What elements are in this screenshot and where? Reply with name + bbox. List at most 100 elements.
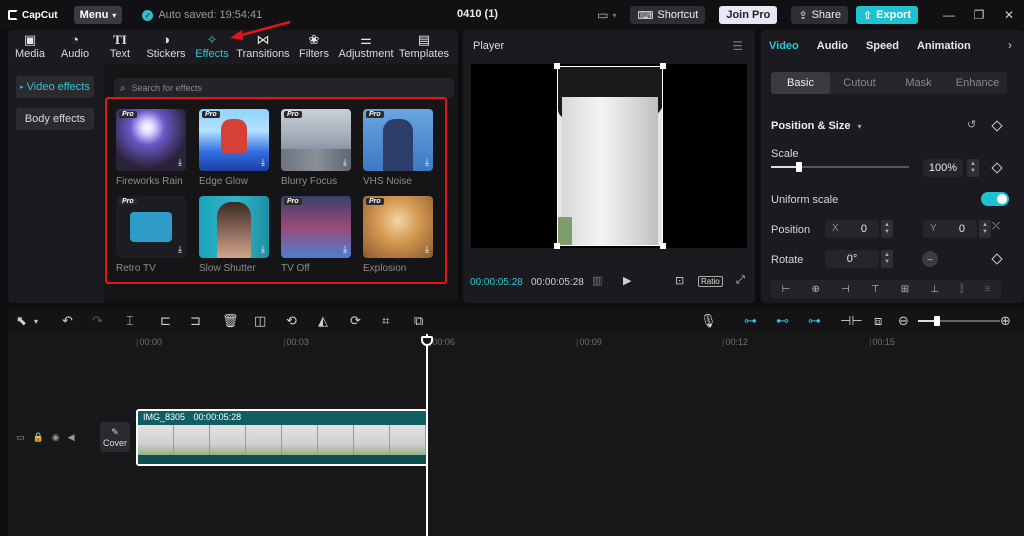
playhead[interactable] (426, 334, 428, 536)
preview-canvas[interactable] (471, 63, 747, 249)
scale-input[interactable]: 100% (923, 159, 963, 177)
zoom-slider-knob[interactable] (934, 316, 940, 326)
search-input[interactable] (131, 83, 432, 93)
select-cursor-icon[interactable]: ⬉ (16, 313, 27, 329)
redo-icon[interactable]: ↷ (92, 313, 103, 329)
zoom-slider[interactable] (918, 316, 1000, 326)
align-left-icon[interactable]: ⊢ (782, 284, 791, 295)
keyframe-icon[interactable] (991, 120, 1003, 132)
fit-view-icon[interactable]: ⊡ (675, 274, 684, 287)
rotate-dial-icon[interactable]: – (922, 251, 938, 267)
rotate-icon[interactable]: ⟳ (350, 313, 361, 329)
scale-slider-knob[interactable] (795, 162, 802, 172)
tab-media[interactable]: ▣ Media (8, 30, 52, 64)
split-left-icon[interactable]: ⊏ (160, 313, 171, 329)
time-ruler[interactable]: 00:00 00:03 00:06 00:09 00:12 00:15 (96, 334, 1024, 350)
timeline-grid-icon[interactable]: ▥ (592, 274, 602, 287)
align-center-h-icon[interactable]: ⊕ (811, 284, 819, 295)
crop-icon[interactable]: ⌗ (382, 313, 389, 329)
layout-chevron-icon[interactable]: ▾ (612, 11, 616, 20)
align-bottom-icon[interactable]: ⊥ (930, 284, 939, 295)
subtab-basic[interactable]: Basic (771, 72, 830, 94)
align-center-v-icon[interactable]: ⊞ (901, 284, 909, 295)
freeze-icon[interactable]: ◫ (254, 313, 266, 329)
speaker-icon[interactable]: ◀ (68, 432, 75, 443)
close-icon[interactable]: ✕ (994, 8, 1024, 22)
preview-axis-icon[interactable]: ⊣⊢ (840, 313, 863, 329)
shortcut-button[interactable]: ⌨ Shortcut (630, 6, 706, 24)
reset-icon[interactable]: ↺ (967, 118, 976, 131)
tab-speed[interactable]: Speed (866, 40, 899, 52)
fullscreen-icon[interactable]: ⤢ (736, 274, 745, 287)
tab-animation[interactable]: Animation (917, 40, 971, 52)
resize-handle-br[interactable] (660, 243, 666, 249)
hamburger-menu-icon[interactable]: ☰ (732, 39, 743, 53)
resize-handle-bl[interactable] (554, 243, 560, 249)
scale-slider[interactable] (771, 162, 909, 172)
tab-audio[interactable]: ◔ Audio (52, 30, 98, 64)
export-button[interactable]: ⇧ Export (855, 6, 918, 24)
mirror-icon[interactable]: ◭ (318, 313, 328, 329)
restore-icon[interactable]: ❐ (964, 8, 994, 22)
align-top-icon[interactable]: ⊤ (871, 284, 880, 295)
position-x-input[interactable]: X 0 (825, 220, 879, 238)
tab-audio-props[interactable]: Audio (817, 40, 848, 52)
subtab-cutout[interactable]: Cutout (830, 72, 889, 94)
play-icon[interactable]: ▶ (623, 274, 631, 287)
tab-stickers[interactable]: ◑ Stickers (142, 30, 190, 64)
resize-handle-tr[interactable] (660, 63, 666, 69)
cursor-chevron-icon[interactable]: ▾ (34, 317, 38, 326)
project-title[interactable]: 0410 (1) (457, 8, 498, 20)
position-y-stepper[interactable]: ▲ ▼ (979, 220, 991, 238)
delete-icon[interactable]: 🗑 (222, 313, 239, 329)
tab-text[interactable]: TI Text (98, 30, 142, 64)
split-right-icon[interactable]: ⊐ (190, 313, 201, 329)
minimize-icon[interactable]: — (934, 8, 964, 22)
ratio-button[interactable]: Ratio (698, 276, 723, 287)
layout-icon[interactable]: ▭ (597, 8, 608, 22)
rotate-stepper[interactable]: ▲ ▼ (881, 250, 893, 268)
zoom-out-icon[interactable]: ⊖ (898, 313, 909, 329)
search-box[interactable]: ⌕ (114, 78, 454, 98)
position-x-stepper[interactable]: ▲ ▼ (881, 220, 893, 238)
eye-icon[interactable]: ◉ (52, 432, 60, 443)
distribute-h-icon[interactable]: ⫿ (960, 284, 963, 295)
chevron-down-icon[interactable]: ▾ (858, 122, 862, 131)
cover-button[interactable]: ✎ Cover (100, 422, 130, 452)
link-main-track-icon[interactable]: ⊶ (744, 313, 757, 329)
join-pro-button[interactable]: Join Pro (719, 6, 778, 24)
zoom-in-icon[interactable]: ⊕ (1000, 313, 1011, 329)
split-icon[interactable]: ⌶ (126, 313, 134, 329)
undo-icon[interactable]: ↶ (62, 313, 73, 329)
position-y-input[interactable]: Y 0 (923, 220, 977, 238)
magnet-icon[interactable]: ⊷ (776, 313, 789, 329)
distribute-v-icon[interactable]: ≡ (985, 284, 991, 295)
video-frame[interactable] (557, 66, 663, 246)
link-clips-icon[interactable]: ⊶ (808, 313, 821, 329)
subtab-mask[interactable]: Mask (889, 72, 948, 94)
keyframe-icon[interactable] (991, 253, 1003, 265)
tab-adjustment[interactable]: ⚌ Adjustment (336, 30, 396, 64)
uniform-scale-toggle[interactable] (981, 192, 1009, 206)
microphone-icon[interactable]: 🎙 (700, 313, 717, 329)
resize-icon[interactable]: ⧉ (414, 313, 423, 329)
tab-templates[interactable]: ▤ Templates (396, 30, 452, 64)
scale-stepper[interactable]: ▲ ▼ (967, 159, 979, 177)
chevron-right-icon[interactable]: › (1008, 38, 1012, 52)
lock-icon[interactable]: 🔒 (33, 432, 44, 443)
menu-button[interactable]: Menu ▾ (73, 6, 123, 24)
tab-filters[interactable]: ❀ Filters (292, 30, 336, 64)
subtab-enhance[interactable]: Enhance (948, 72, 1007, 94)
tab-video[interactable]: Video (769, 40, 799, 52)
position-keyframe-icon[interactable]: ⤫ (992, 221, 1000, 232)
resize-handle-tl[interactable] (554, 63, 560, 69)
caption-icon[interactable]: ⧈ (874, 313, 882, 329)
sidebar-item-video-effects[interactable]: ▸ Video effects (16, 76, 94, 98)
video-clip[interactable]: IMG_8305 00:00:05:28 (136, 409, 428, 466)
rotate-input[interactable]: 0° (825, 250, 879, 268)
reverse-icon[interactable]: ⟲ (286, 313, 297, 329)
keyframe-icon[interactable] (991, 162, 1003, 174)
share-button[interactable]: ⇪ Share (791, 6, 848, 24)
align-right-icon[interactable]: ⊣ (841, 284, 850, 295)
sidebar-item-body-effects[interactable]: Body effects (16, 108, 94, 130)
